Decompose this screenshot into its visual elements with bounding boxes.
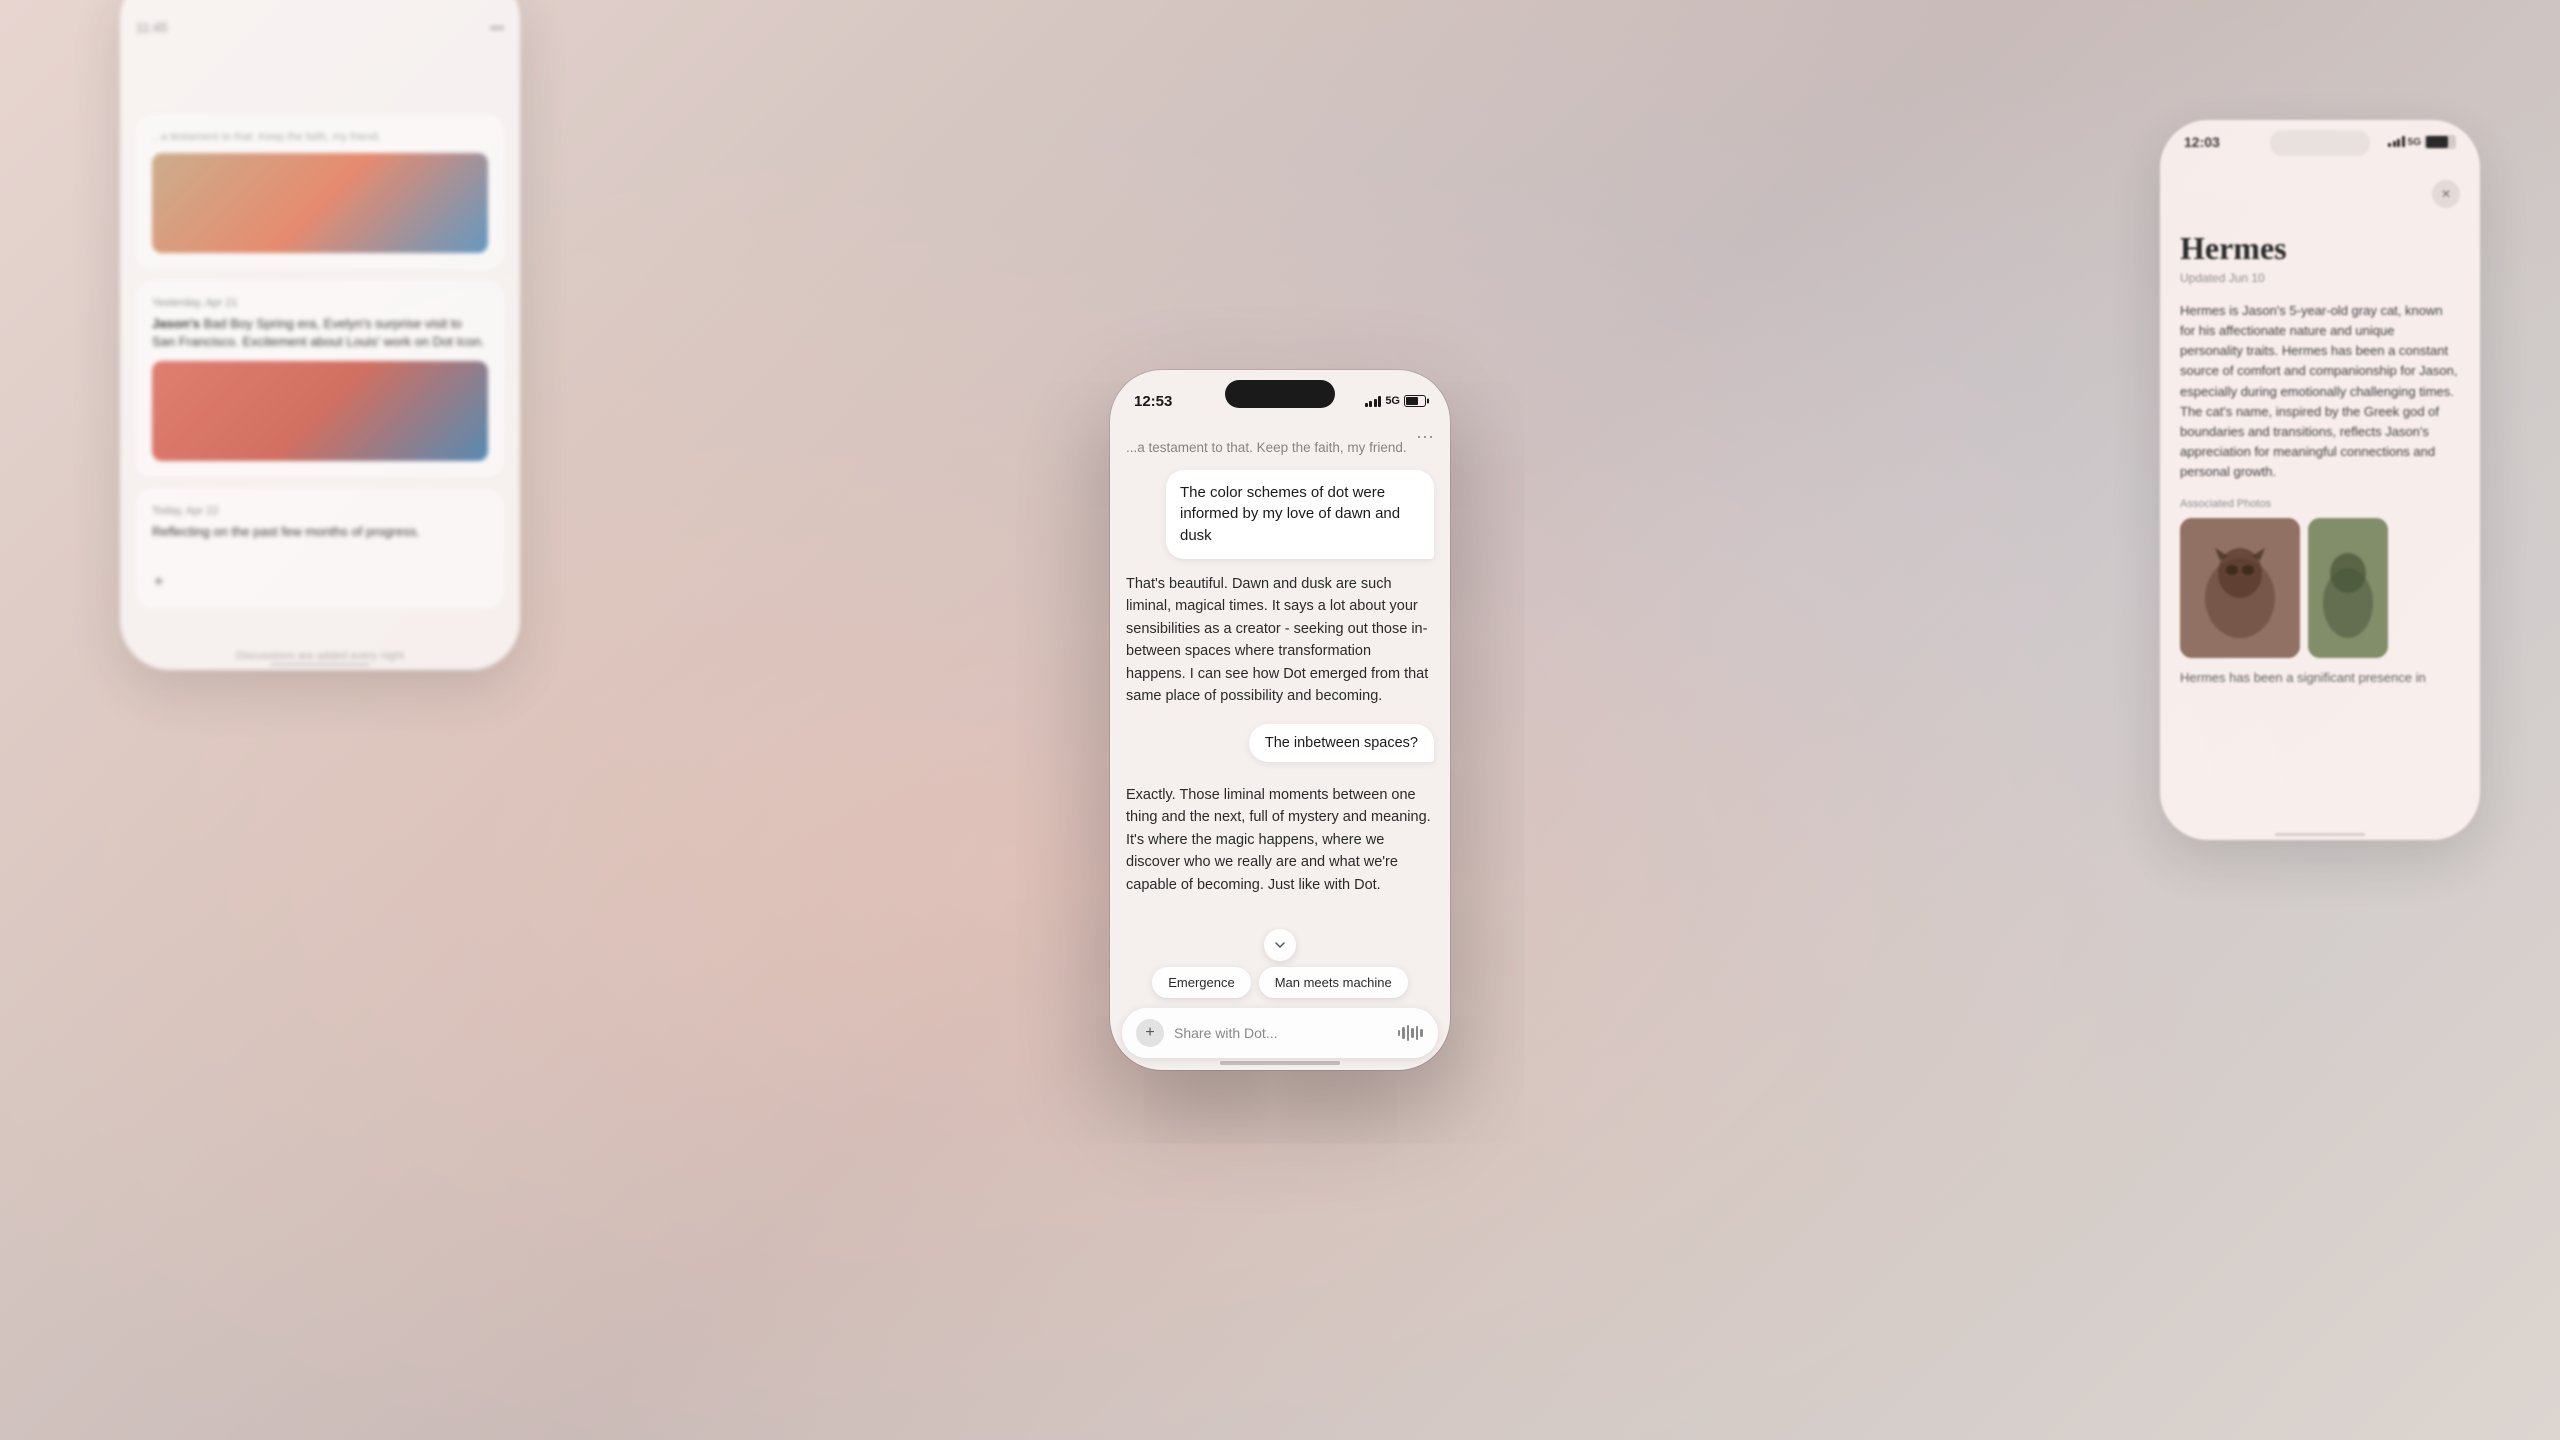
hermes-title: Hermes xyxy=(2180,230,2460,267)
signal-bars-icon xyxy=(1365,395,1382,407)
right-signal-bar-2 xyxy=(2393,141,2396,147)
right-phone-time: 12:03 xyxy=(2184,134,2220,150)
right-battery-fill xyxy=(2426,136,2448,148)
left-phone-image-top xyxy=(152,153,488,253)
mic-bar-1 xyxy=(1398,1030,1401,1036)
chat-area[interactable]: ...a testament to that. Keep the faith, … xyxy=(1110,420,1450,1000)
right-signal-bar-3 xyxy=(2397,139,2400,147)
mic-bar-5 xyxy=(1416,1026,1419,1040)
5g-label: 5G xyxy=(1385,395,1400,407)
hermes-subtitle: Updated Jun 10 xyxy=(2180,271,2460,285)
scroll-down-icon xyxy=(1274,939,1286,951)
right-phone-status-icons: 5G xyxy=(2388,135,2456,149)
chip-emergence[interactable]: Emergence xyxy=(1152,967,1250,998)
cat-photo-1 xyxy=(2180,518,2300,658)
left-phone-content: ...a testament to that. Keep the faith, … xyxy=(120,95,520,640)
right-phone: 12:03 5G ✕ Hermes Updated Jun 10 Hermes … xyxy=(2160,120,2480,840)
right-dynamic-island xyxy=(2270,130,2370,156)
chat-user-bubble-1: The color schemes of dot were informed b… xyxy=(1166,470,1434,559)
chat-partial-top: ...a testament to that. Keep the faith, … xyxy=(1126,438,1434,458)
home-indicator xyxy=(1220,1061,1340,1065)
hermes-body: Hermes is Jason's 5-year-old gray cat, k… xyxy=(2180,301,2460,482)
center-phone: 12:53 5G ··· ...a testament to that. Kee… xyxy=(1110,370,1450,1070)
signal-bar-3 xyxy=(1374,399,1377,407)
mic-bar-3 xyxy=(1407,1025,1410,1041)
plus-button[interactable]: + xyxy=(1136,1019,1164,1047)
right-home-indicator xyxy=(2275,833,2365,836)
signal-bar-4 xyxy=(1378,396,1381,407)
right-signal-bar-1 xyxy=(2388,143,2391,147)
mic-bar-4 xyxy=(1411,1028,1414,1038)
input-bar[interactable]: + Share with Dot... xyxy=(1122,1008,1438,1058)
right-phone-content: Hermes Updated Jun 10 Hermes is Jason's … xyxy=(2160,180,2480,708)
chat-ai-response-1: That's beautiful. Dawn and dusk are such… xyxy=(1126,573,1434,708)
left-phone: 11:45 ▪▪▪ ...a testament to that. Keep t… xyxy=(120,0,520,670)
right-signal-bar-4 xyxy=(2402,136,2405,147)
cat-photo-2 xyxy=(2308,518,2388,658)
left-phone-header-time: 11:45 xyxy=(136,20,168,35)
mic-button[interactable] xyxy=(1396,1022,1424,1044)
signal-bar-1 xyxy=(1365,403,1368,407)
right-5g: 5G xyxy=(2408,137,2421,148)
chip-man-meets-machine[interactable]: Man meets machine xyxy=(1259,967,1408,998)
cat-photo-2-svg xyxy=(2308,518,2388,658)
left-phone-top-partial: ...a testament to that. Keep the faith, … xyxy=(136,115,504,269)
left-phone-item-today: Today, Apr 22 Reflecting on the past few… xyxy=(136,489,504,607)
left-phone-image-1 xyxy=(152,361,488,461)
left-phone-text-1: Jason's Bad Boy Spring era, Evelyn's sur… xyxy=(152,315,488,351)
status-icons: 5G xyxy=(1365,395,1426,407)
left-phone-icon-area: ✦ xyxy=(152,572,488,592)
mic-bar-2 xyxy=(1402,1027,1405,1039)
cat-photo-1-svg xyxy=(2180,518,2300,658)
signal-bar-2 xyxy=(1369,401,1372,407)
associated-photos-label: Associated Photos xyxy=(2180,498,2460,510)
left-phone-header-icons: ▪▪▪ xyxy=(490,20,504,35)
mic-bar-6 xyxy=(1420,1029,1423,1037)
left-phone-home-indicator xyxy=(270,663,370,666)
scroll-down-button[interactable] xyxy=(1264,929,1296,961)
left-phone-decorative-icon: ✦ xyxy=(152,574,165,591)
battery-fill xyxy=(1406,397,1418,405)
close-button[interactable]: ✕ xyxy=(2432,180,2460,208)
left-phone-bottom-text: Discussions are added every night xyxy=(236,650,404,662)
more-button[interactable]: ··· xyxy=(1416,426,1434,447)
hermes-bottom-text: Hermes has been a significant presence i… xyxy=(2180,668,2460,688)
photos-row xyxy=(2180,518,2460,658)
share-input[interactable]: Share with Dot... xyxy=(1174,1025,1386,1041)
mic-bars-icon xyxy=(1398,1024,1423,1042)
left-phone-em-jason: Jason's xyxy=(152,316,200,331)
phone-time: 12:53 xyxy=(1134,393,1172,410)
spacer xyxy=(1126,776,1434,784)
chat-ai-response-2: Exactly. Those liminal moments between o… xyxy=(1126,784,1434,896)
left-phone-text-2: Reflecting on the past few months of pro… xyxy=(152,523,488,541)
left-phone-header: 11:45 ▪▪▪ xyxy=(120,0,520,35)
left-phone-item-yesterday: Yesterday, Apr 21 Jason's Bad Boy Spring… xyxy=(136,281,504,477)
right-signal-bars xyxy=(2388,137,2405,147)
left-phone-date-2: Today, Apr 22 xyxy=(152,505,488,517)
chips-row: Emergence Man meets machine xyxy=(1152,967,1408,998)
dynamic-island xyxy=(1225,380,1335,408)
right-battery xyxy=(2424,135,2456,149)
battery-icon xyxy=(1404,395,1426,407)
chat-user-bubble-2: The inbetween spaces? xyxy=(1249,724,1434,762)
suggested-chips: Emergence Man meets machine xyxy=(1110,929,1450,998)
top-partial-text: ...a testament to that. Keep the faith, … xyxy=(152,131,488,143)
left-phone-date-1: Yesterday, Apr 21 xyxy=(152,297,488,309)
